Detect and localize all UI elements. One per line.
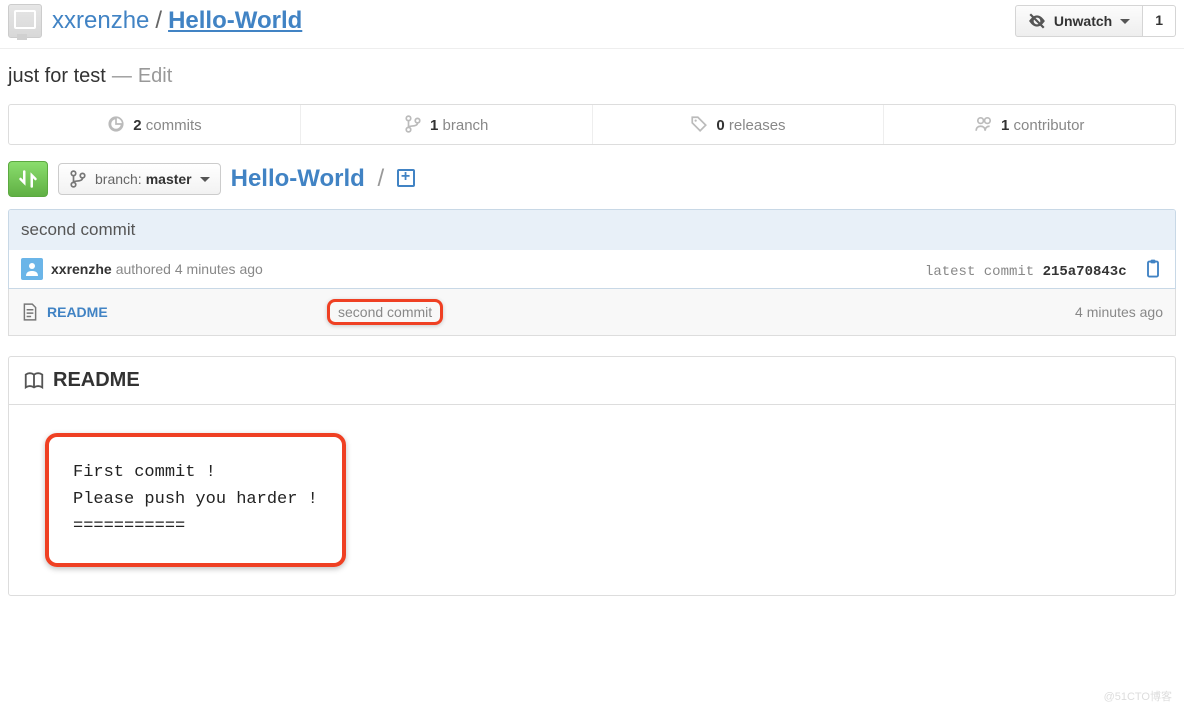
repo-owner-link[interactable]: xxrenzhe [52, 7, 149, 35]
branch-prefix: branch: [95, 171, 142, 187]
unwatch-button[interactable]: Unwatch [1015, 5, 1143, 37]
readme-body: First commit ! Please push you harder ! … [9, 405, 1175, 595]
branch-label: branch [443, 117, 489, 134]
branch-name: master [146, 171, 192, 187]
compare-button[interactable] [8, 161, 48, 197]
repo-title: xxrenzhe / Hello-World [8, 4, 302, 38]
repo-description: just for test — Edit [0, 65, 1184, 104]
watch-count[interactable]: 1 [1143, 5, 1176, 37]
tag-icon [690, 115, 708, 133]
breadcrumb: Hello-World / [231, 165, 415, 193]
caret-down-icon [200, 177, 210, 182]
contrib-label: contributor [1014, 117, 1085, 134]
repo-icon [8, 4, 42, 38]
header-divider [0, 48, 1184, 49]
repo-description-text: just for test [8, 65, 106, 88]
unwatch-label: Unwatch [1054, 13, 1112, 29]
commit-meta: xxrenzhe authored 4 minutes ago latest c… [9, 250, 1175, 288]
author-avatar[interactable] [21, 258, 43, 280]
commit-sha-link[interactable]: 215a70843c [1043, 264, 1127, 280]
file-commit-message[interactable]: second commit [327, 299, 443, 325]
book-icon [23, 370, 45, 392]
file-age: 4 minutes ago [1075, 304, 1163, 320]
commits-count: 2 [133, 117, 141, 134]
watermark: @51CTO博客 [1104, 688, 1172, 704]
latest-commit-right: latest commit 215a70843c [925, 259, 1163, 280]
releases-count: 0 [716, 117, 724, 134]
stat-commits[interactable]: 2 commits [9, 105, 301, 144]
create-file-button[interactable] [397, 165, 415, 192]
repo-name-link[interactable]: Hello-World [168, 7, 302, 35]
branch-select-menu[interactable]: branch: master [58, 163, 221, 195]
file-name-link[interactable]: README [47, 304, 327, 320]
compare-icon [18, 169, 38, 189]
readme-content: First commit ! Please push you harder ! … [45, 433, 346, 567]
file-text-icon [21, 303, 39, 321]
repo-header: xxrenzhe / Hello-World Unwatch 1 [0, 0, 1184, 48]
commits-label: commits [146, 117, 202, 134]
clipboard-icon[interactable] [1143, 259, 1163, 279]
readme-title: README [53, 369, 140, 392]
stat-branches[interactable]: 1 branch [301, 105, 593, 144]
stat-releases[interactable]: 0 releases [593, 105, 885, 144]
watch-group: Unwatch 1 [1015, 5, 1176, 37]
branch-icon [69, 170, 87, 188]
commit-title[interactable]: second commit [9, 210, 1175, 250]
readme-header: README [9, 357, 1175, 405]
breadcrumb-separator: / [378, 165, 385, 192]
latest-commit-label: latest commit [925, 264, 1043, 280]
commit-authored-text: authored 4 minutes ago [116, 261, 263, 277]
latest-commit-box: second commit xxrenzhe authored 4 minute… [8, 209, 1176, 289]
file-navigation: branch: master Hello-World / [0, 161, 1184, 209]
caret-down-icon [1120, 19, 1130, 24]
repo-stats-bar: 2 commits 1 branch 0 releases 1 contribu… [8, 104, 1176, 145]
contrib-count: 1 [1001, 117, 1009, 134]
people-icon [975, 115, 993, 133]
plus-icon [397, 169, 415, 187]
eye-slash-icon [1028, 12, 1046, 30]
branch-count: 1 [430, 117, 438, 134]
branch-icon [404, 115, 422, 133]
file-row: README second commit 4 minutes ago [9, 289, 1175, 335]
description-dash: — [112, 65, 132, 88]
releases-label: releases [729, 117, 786, 134]
repo-slash: / [155, 7, 162, 35]
readme-box: README First commit ! Please push you ha… [8, 356, 1176, 596]
commit-author-link[interactable]: xxrenzhe [51, 261, 112, 277]
stat-contributors[interactable]: 1 contributor [884, 105, 1175, 144]
edit-description-link[interactable]: Edit [138, 65, 172, 88]
file-list: README second commit 4 minutes ago [8, 289, 1176, 336]
history-icon [107, 115, 125, 133]
breadcrumb-repo-link[interactable]: Hello-World [231, 165, 365, 192]
